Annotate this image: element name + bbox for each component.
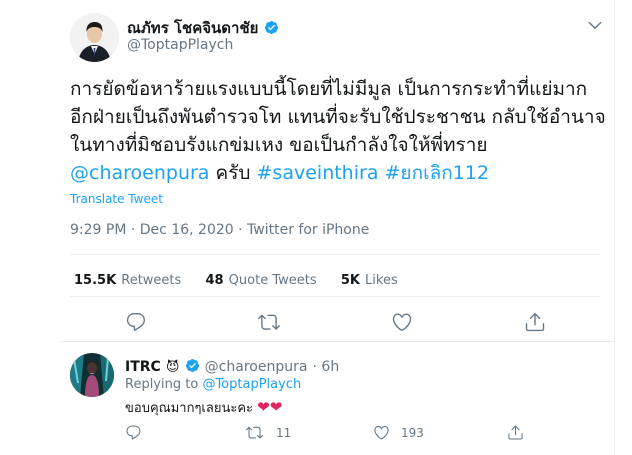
tweet-source[interactable]: Twitter for iPhone	[247, 222, 369, 238]
reply-retweet-icon[interactable]	[246, 424, 263, 445]
reply-text-body: ขอบคุณมากๆเลยนะคะ	[125, 401, 254, 416]
tweet-stats: 15.5K Retweets 48 Quote Tweets 5K Likes	[74, 269, 398, 288]
retweets-stat[interactable]: 15.5K Retweets	[74, 269, 181, 288]
quotes-stat[interactable]: 48 Quote Tweets	[205, 269, 316, 288]
reply-reply-icon[interactable]	[125, 424, 142, 445]
tweet-date[interactable]: Dec 16, 2020	[140, 222, 234, 238]
reply-like-icon[interactable]	[373, 424, 390, 445]
stats-divider-top	[70, 254, 600, 255]
mention-link[interactable]: @charoenpura	[70, 162, 209, 184]
retweets-count: 15.5K	[74, 273, 117, 288]
more-icon[interactable]	[586, 16, 604, 38]
quotes-count: 48	[205, 273, 224, 288]
reply-display-name[interactable]: ITRC	[125, 359, 161, 375]
share-icon[interactable]	[524, 311, 546, 333]
quotes-label: Quote Tweets	[228, 273, 317, 288]
reply-share-icon[interactable]	[507, 424, 524, 445]
meta-separator: ·	[130, 222, 140, 238]
reply-handle[interactable]: @charoenpura	[205, 359, 308, 375]
replying-to-line: Replying to @ToptapPlaych	[125, 377, 301, 392]
heart-emojis: ❤❤	[257, 398, 283, 416]
likes-stat[interactable]: 5K Likes	[341, 269, 398, 288]
likes-label: Likes	[365, 273, 398, 288]
author-avatar-image	[70, 13, 119, 62]
devil-emoji: 😈	[165, 360, 180, 375]
tweet-text-after-mention: ครับ	[209, 162, 257, 184]
reply-avatar-image	[70, 353, 114, 397]
author-avatar[interactable]	[70, 13, 119, 62]
retweets-label: Retweets	[121, 273, 182, 288]
reply-text: ขอบคุณมากๆเลยนะคะ ❤❤	[125, 397, 282, 418]
stats-divider-bottom	[70, 296, 600, 297]
reply-time[interactable]: 6h	[321, 359, 339, 375]
reply-divider	[60, 341, 614, 342]
translate-tweet-link[interactable]: Translate Tweet	[70, 192, 163, 206]
reply-like-count: 193	[401, 426, 424, 440]
likes-count: 5K	[340, 273, 360, 288]
replying-to-handle[interactable]: @ToptapPlaych	[202, 377, 301, 392]
reply-retweet-count: 11	[276, 426, 292, 440]
tweet-text: การยัดข้อหาร้ายแรงแบบนี้โดยที่ไม่มีมูล เ…	[70, 75, 610, 187]
verified-badge-icon	[264, 20, 279, 35]
reply-header: ITRC 😈 @charoenpura · 6h	[125, 356, 339, 375]
tweet-meta: 9:29 PM · Dec 16, 2020 · Twitter for iPh…	[70, 222, 369, 238]
hashtag-saveinthira[interactable]: #saveinthira	[257, 162, 379, 184]
hashtag-112[interactable]: #ยกเลิก112	[385, 162, 489, 184]
replying-to-label: Replying to	[125, 377, 199, 392]
tweet-page: ณภัทร โชคจินดาชัย @ToptapPlaych การยัดข้…	[0, 0, 632, 455]
author-handle[interactable]: @ToptapPlaych	[127, 37, 233, 53]
reply-icon[interactable]	[125, 311, 147, 333]
reply-avatar[interactable]	[70, 353, 114, 397]
retweet-icon[interactable]	[258, 311, 280, 333]
tweet-time[interactable]: 9:29 PM	[70, 222, 126, 238]
meta-separator: ·	[238, 222, 248, 238]
tweet-text-body: การยัดข้อหาร้ายแรงแบบนี้โดยที่ไม่มีมูล เ…	[70, 78, 606, 156]
reply-verified-badge-icon	[185, 358, 200, 373]
author-display-name[interactable]: ณภัทร โชคจินดาชัย	[127, 19, 258, 37]
like-icon[interactable]	[391, 311, 413, 333]
timeline-border	[614, 0, 615, 455]
